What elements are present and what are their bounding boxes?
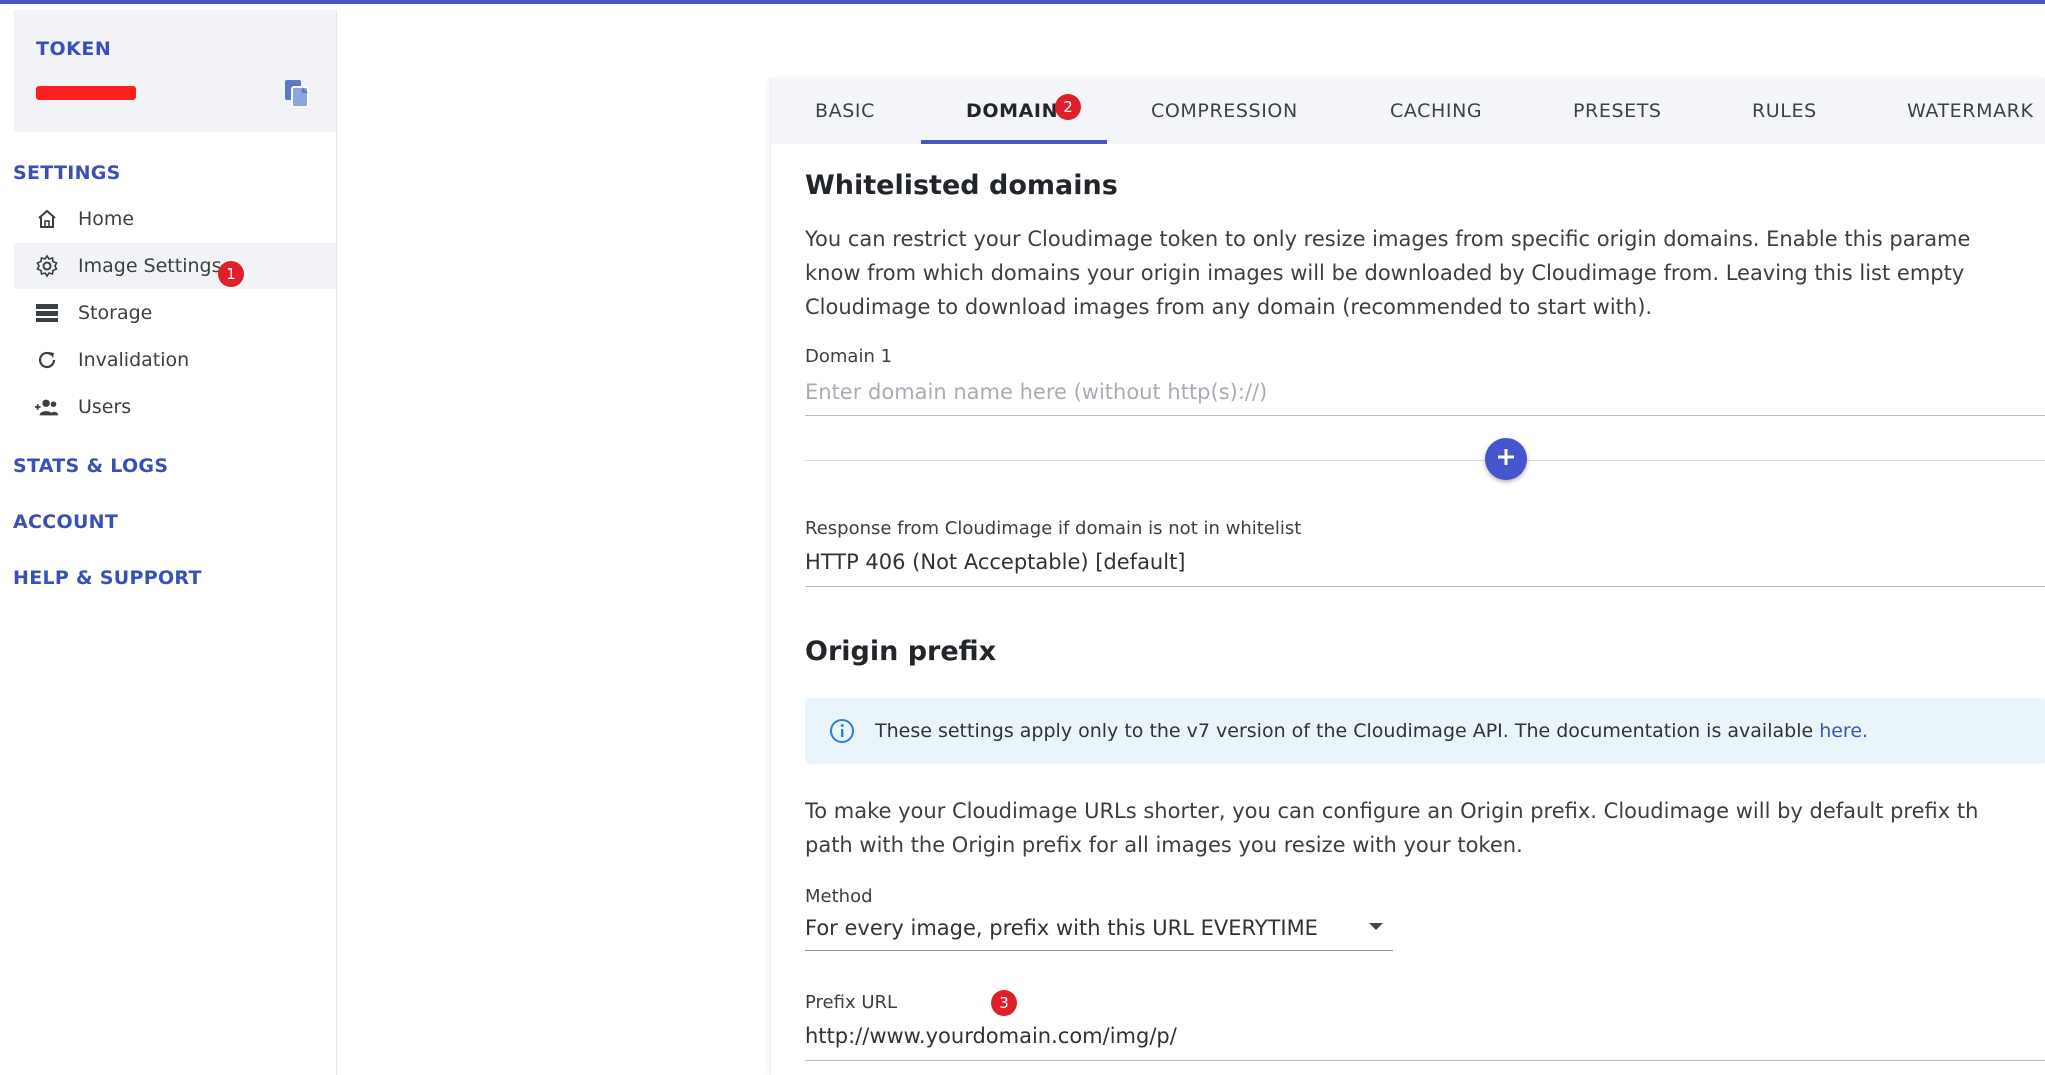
sidebar-item-label: Image Settings (78, 255, 222, 277)
sidebar-item-users[interactable]: Users (14, 384, 336, 430)
divider (805, 460, 2045, 461)
sidebar-item-image-settings[interactable]: Image Settings (14, 243, 336, 289)
refresh-icon (34, 347, 60, 373)
settings-tabs: BASIC DOMAINS COMPRESSION CACHING PRESET… (771, 78, 2045, 144)
sidebar-item-invalidation[interactable]: Invalidation (14, 337, 336, 383)
token-title: TOKEN (36, 38, 112, 60)
top-accent-bar (0, 0, 2045, 10)
response-underline (805, 586, 2045, 587)
method-select[interactable]: For every image, prefix with this URL EV… (805, 916, 1318, 940)
info-icon (829, 718, 855, 744)
sidebar-item-label: Storage (78, 302, 153, 324)
whitelist-description-line-3: Cloudimage to download images from any d… (805, 295, 1653, 319)
prefix-url-underline (805, 1060, 2045, 1061)
whitelist-description-line-1: You can restrict your Cloudimage token t… (805, 227, 1971, 251)
token-card: TOKEN (14, 10, 336, 132)
domain-1-input[interactable]: Enter domain name here (without http(s):… (805, 380, 1267, 404)
annotation-badge-2: 2 (1055, 94, 1081, 120)
annotation-badge-3: 3 (991, 990, 1017, 1016)
help-support-section-label[interactable]: HELP & SUPPORT (13, 567, 202, 589)
origin-description-line-1: To make your Cloudimage URLs shorter, yo… (805, 799, 1979, 823)
response-label: Response from Cloudimage if domain is no… (805, 518, 1302, 539)
prefix-url-input[interactable]: http://www.yourdomain.com/img/p/ (805, 1024, 1177, 1048)
add-domain-button[interactable] (1485, 438, 1527, 480)
stats-logs-section-label[interactable]: STATS & LOGS (13, 455, 168, 477)
copy-icon[interactable] (282, 78, 312, 110)
image-settings-card: BASIC DOMAINS COMPRESSION CACHING PRESET… (770, 78, 2045, 1075)
tab-rules[interactable]: RULES (1752, 78, 1817, 144)
info-message: These settings apply only to the v7 vers… (875, 720, 1820, 742)
whitelist-description-line-2: know from which domains your origin imag… (805, 261, 1965, 285)
tab-presets[interactable]: PRESETS (1573, 78, 1662, 144)
info-banner: These settings apply only to the v7 vers… (805, 698, 2045, 764)
home-icon (34, 206, 60, 232)
origin-prefix-title: Origin prefix (805, 636, 997, 667)
response-select[interactable]: HTTP 406 (Not Acceptable) [default] (805, 550, 1186, 574)
sidebar-item-label: Invalidation (78, 349, 190, 371)
sidebar-item-storage[interactable]: Storage (14, 290, 336, 336)
method-underline (805, 950, 1393, 951)
account-section-label[interactable]: ACCOUNT (13, 511, 118, 533)
chevron-down-icon[interactable] (1369, 923, 1383, 930)
sidebar: TOKEN SETTINGS Home Image Settings Stora… (0, 10, 337, 1075)
prefix-url-label: Prefix URL (805, 992, 898, 1013)
method-label: Method (805, 886, 873, 907)
plus-icon (1495, 446, 1517, 472)
tab-compression[interactable]: COMPRESSION (1151, 78, 1298, 144)
active-tab-indicator (921, 140, 1107, 144)
tab-basic[interactable]: BASIC (815, 78, 875, 144)
settings-section-label[interactable]: SETTINGS (13, 162, 121, 184)
sidebar-item-label: Home (78, 208, 135, 230)
token-value-redacted (36, 86, 136, 100)
whitelisted-domains-title: Whitelisted domains (805, 170, 1118, 201)
documentation-link[interactable]: here. (1819, 720, 1868, 742)
storage-icon (34, 300, 60, 326)
info-text: These settings apply only to the v7 vers… (875, 720, 1868, 742)
tab-caching[interactable]: CACHING (1390, 78, 1482, 144)
origin-description-line-2: path with the Origin prefix for all imag… (805, 833, 1523, 857)
sidebar-item-home[interactable]: Home (14, 196, 336, 242)
domain-1-label: Domain 1 (805, 346, 893, 367)
domain-1-underline (805, 415, 2045, 416)
annotation-badge-1: 1 (218, 261, 244, 287)
users-icon (34, 394, 60, 420)
tab-watermark[interactable]: WATERMARK (1907, 78, 2034, 144)
sidebar-item-label: Users (78, 396, 132, 418)
gear-icon (34, 253, 60, 279)
